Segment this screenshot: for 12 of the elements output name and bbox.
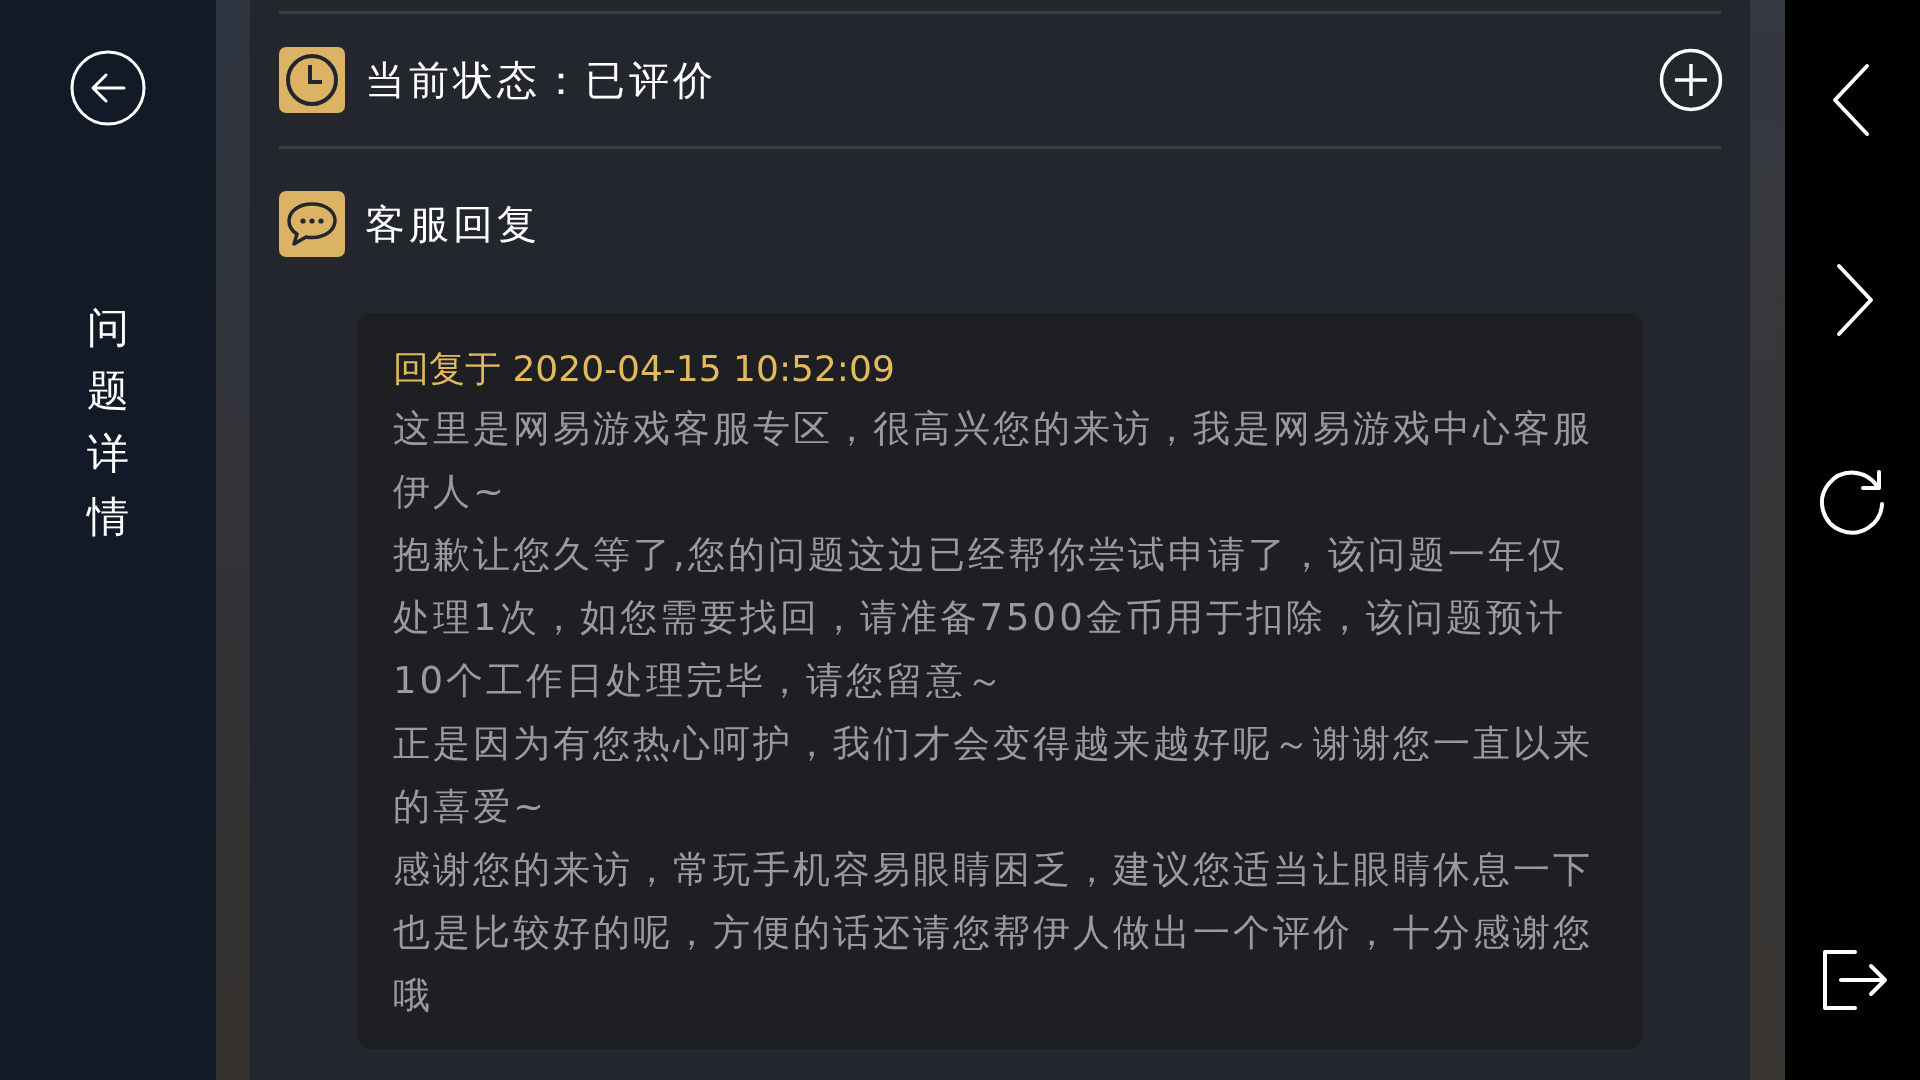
clock-icon bbox=[279, 47, 345, 113]
reply-paragraph: 正是因为有您热心呵护，我们才会变得越来越好呢～谢谢您一直以来的喜爱~ bbox=[393, 721, 1594, 830]
back-button[interactable] bbox=[70, 50, 146, 126]
chat-bubble-icon bbox=[279, 191, 345, 257]
reply-timestamp: 回复于 2020-04-15 10:52:09 bbox=[393, 347, 896, 391]
status-label: 当前状态：已评价 bbox=[365, 55, 717, 105]
reply-paragraph: 感谢您的来访，常玩手机容易眼睛困乏，建议您适当让眼睛休息一下也是比较好的呢，方便的话还请您帮伊人做出一个评价，十分感谢您哦 bbox=[393, 847, 1594, 1019]
add-button[interactable] bbox=[1659, 48, 1723, 112]
reply-paragraph: 这里是网易游戏客服专区，很高兴您的来访，我是网易游戏中心客服伊人~ bbox=[393, 406, 1594, 515]
reply-paragraph: 抱歉让您久等了,您的问题这边已经帮你尝试申请了，该问题一年仅处理1次，如您需要找回，请准备7500金币用于扣除，该问题预计10个工作日处理完毕，请您留意～ bbox=[393, 532, 1569, 704]
page-title: 问题详情 bbox=[87, 302, 129, 543]
section-heading: 客服回复 bbox=[365, 199, 541, 249]
